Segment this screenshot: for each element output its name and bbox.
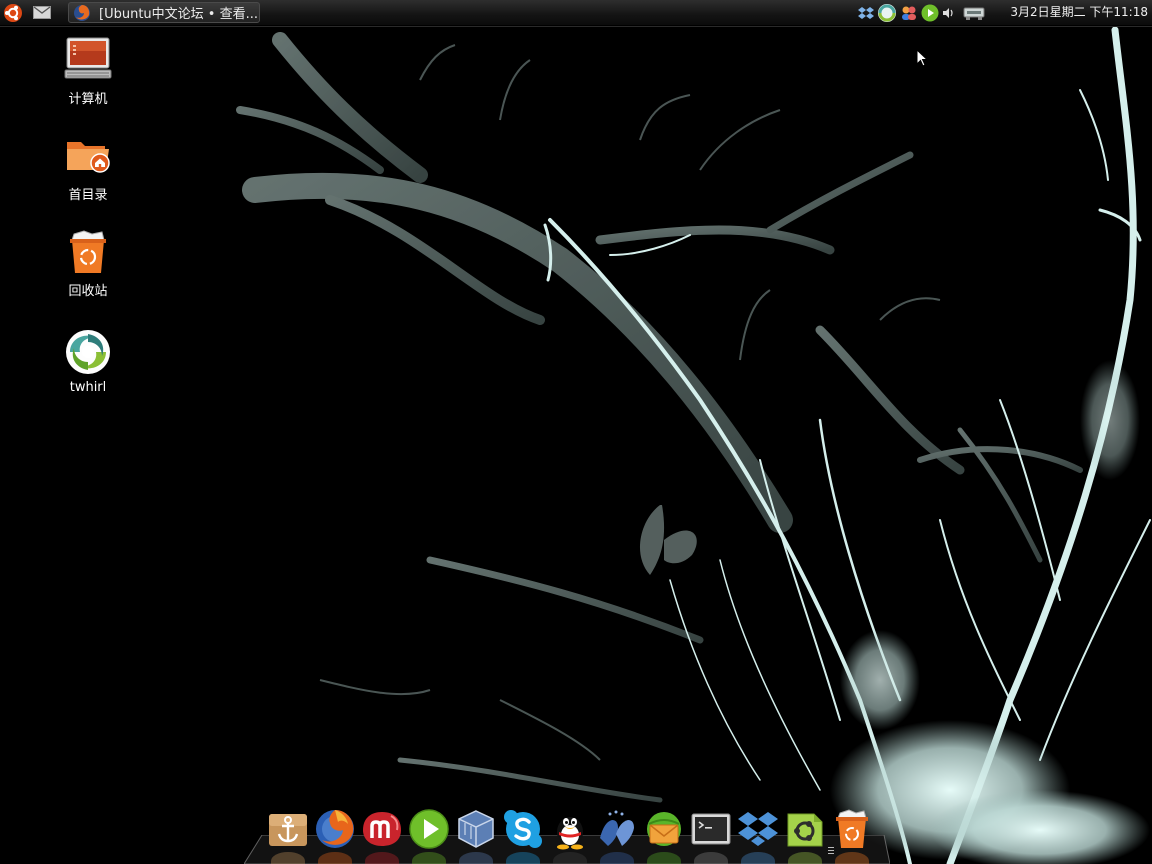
taskbar-window-button[interactable]: [Ubuntu中文论坛 • 查看...	[68, 2, 260, 23]
envelope-globe-icon	[646, 812, 681, 846]
dropbox-icon[interactable]	[858, 3, 874, 23]
firefox-icon	[315, 810, 354, 848]
ubuntu-logo-icon[interactable]	[0, 0, 26, 25]
dock-item-mail-notifier[interactable]	[640, 806, 687, 852]
desktop-wallpaper	[236, 26, 1151, 864]
dock-item-docky-anchor[interactable]	[264, 806, 311, 852]
mouse-cursor-icon	[916, 49, 928, 67]
dropbox-icon	[737, 812, 778, 846]
twhirl-icon	[66, 330, 110, 374]
qq-penguin-icon	[556, 817, 583, 850]
taskbar-window-title: [Ubuntu中文论坛 • 查看...	[99, 7, 258, 22]
trash-icon	[70, 230, 106, 273]
clock[interactable]: 3月2日星期二 下午11:18	[1010, 0, 1148, 25]
firefox-icon	[74, 4, 90, 21]
computer-icon	[64, 37, 112, 79]
dock-item-pidgin[interactable]	[593, 806, 640, 852]
desktop-icon-home-folder[interactable]: 首目录	[44, 132, 132, 203]
dock-item-firefox[interactable]	[311, 806, 358, 852]
dock-item-miro[interactable]	[358, 806, 405, 852]
volume-icon[interactable]	[942, 3, 954, 23]
dock-item-trash[interactable]	[828, 806, 875, 852]
media-player-icon[interactable]	[921, 3, 939, 23]
dock-item-skype[interactable]	[499, 806, 546, 852]
pidgin-icon	[599, 810, 634, 846]
envelope-icon[interactable]	[30, 0, 54, 25]
terminal-icon	[691, 813, 730, 845]
desktop-icon-label: 首目录	[68, 188, 108, 203]
dock-item-virtualbox[interactable]	[452, 806, 499, 852]
desktop-icon-trash[interactable]: 回收站	[44, 228, 132, 299]
system-tray	[858, 0, 988, 25]
dock-item-ubuntu-tweak[interactable]	[781, 806, 828, 852]
dock-reflection	[264, 852, 888, 864]
dock	[264, 806, 888, 852]
dock-item-media-player[interactable]	[405, 806, 452, 852]
skype-icon	[503, 810, 542, 848]
dock-item-dropbox[interactable]	[734, 806, 781, 852]
messenger-icon[interactable]	[900, 3, 918, 23]
home-folder-icon	[67, 142, 110, 173]
play-icon	[408, 809, 449, 849]
dock-item-terminal[interactable]	[687, 806, 734, 852]
desktop-icon-twhirl[interactable]: twhirl	[44, 328, 132, 395]
top-panel: [Ubuntu中文论坛 • 查看... 3月2日星期二 下午11:18	[0, 0, 1152, 26]
desktop-icon-computer[interactable]: 计算机	[44, 36, 132, 107]
anchor-icon	[268, 814, 307, 846]
ubuntu-tweak-icon	[787, 813, 822, 847]
desktop-icon-label: 回收站	[68, 284, 108, 299]
network-icon[interactable]	[963, 3, 985, 23]
trash-icon	[835, 809, 868, 848]
desktop-icon-label: twhirl	[69, 380, 107, 395]
miro-icon	[362, 812, 401, 846]
twhirl-icon[interactable]	[877, 3, 897, 23]
virtualbox-icon	[457, 810, 494, 848]
desktop-icon-label: 计算机	[68, 92, 108, 107]
dock-item-qq[interactable]	[546, 806, 593, 852]
